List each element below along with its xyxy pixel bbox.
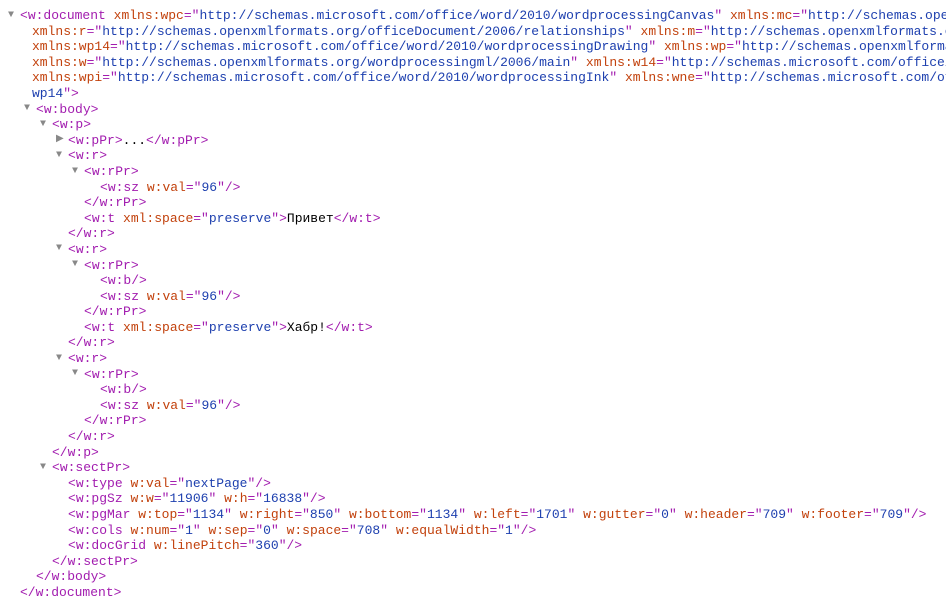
element-document-close: </w:document> [8,585,938,601]
element-t: <w:t xml:space="preserve">Хабр!</w:t> [8,320,938,336]
element-document-cont: xmlns:wp14="http://schemas.microsoft.com… [8,39,938,55]
toggle-icon[interactable]: ▼ [72,368,84,380]
element-docgrid: <w:docGrid w:linePitch="360"/> [8,538,938,554]
element-rpr-close: </w:rPr> [8,195,938,211]
element-r: ▼<w:r> [8,242,938,258]
element-b: <w:b/> [8,273,938,289]
element-sz: <w:sz w:val="96"/> [8,289,938,305]
element-document-cont: xmlns:wpi="http://schemas.microsoft.com/… [8,70,938,86]
element-sz: <w:sz w:val="96"/> [8,180,938,196]
element-cols: <w:cols w:num="1" w:sep="0" w:space="708… [8,523,938,539]
toggle-icon[interactable]: ▼ [72,166,84,178]
element-rpr: ▼<w:rPr> [8,258,938,274]
element-r-close: </w:r> [8,429,938,445]
toggle-icon[interactable]: ▼ [24,103,36,115]
element-document: ▼<w:document xmlns:wpc="http://schemas.m… [8,8,938,24]
element-rpr: ▼<w:rPr> [8,367,938,383]
element-rpr: ▼<w:rPr> [8,164,938,180]
element-sectpr: ▼<w:sectPr> [8,460,938,476]
toggle-icon[interactable]: ▼ [56,243,68,255]
element-r: ▼<w:r> [8,351,938,367]
xml-tree: ▼<w:document xmlns:wpc="http://schemas.m… [8,8,938,601]
toggle-icon[interactable]: ▼ [8,10,20,22]
element-p: ▼<w:p> [8,117,938,133]
element-r-close: </w:r> [8,335,938,351]
element-document-cont: xmlns:r="http://schemas.openxmlformats.o… [8,24,938,40]
element-rpr-close: </w:rPr> [8,304,938,320]
element-document-cont: wp14"> [8,86,938,102]
element-rpr-close: </w:rPr> [8,413,938,429]
element-ppr-collapsed: ▶<w:pPr>...</w:pPr> [8,133,938,149]
element-t: <w:t xml:space="preserve">Привет</w:t> [8,211,938,227]
element-body-close: </w:body> [8,569,938,585]
element-sz: <w:sz w:val="96"/> [8,398,938,414]
element-sectpr-close: </w:sectPr> [8,554,938,570]
toggle-icon[interactable]: ▼ [72,259,84,271]
element-p-close: </w:p> [8,445,938,461]
element-type: <w:type w:val="nextPage"/> [8,476,938,492]
toggle-icon[interactable]: ▼ [40,462,52,474]
toggle-icon[interactable]: ▶ [56,134,68,146]
toggle-icon[interactable]: ▼ [56,353,68,365]
toggle-icon[interactable]: ▼ [40,119,52,131]
element-document-cont: xmlns:w="http://schemas.openxmlformats.o… [8,55,938,71]
toggle-icon[interactable]: ▼ [56,150,68,162]
element-r-close: </w:r> [8,226,938,242]
element-pgmar: <w:pgMar w:top="1134" w:right="850" w:bo… [8,507,938,523]
element-b: <w:b/> [8,382,938,398]
element-pgsz: <w:pgSz w:w="11906" w:h="16838"/> [8,491,938,507]
element-body: ▼<w:body> [8,102,938,118]
element-r: ▼<w:r> [8,148,938,164]
